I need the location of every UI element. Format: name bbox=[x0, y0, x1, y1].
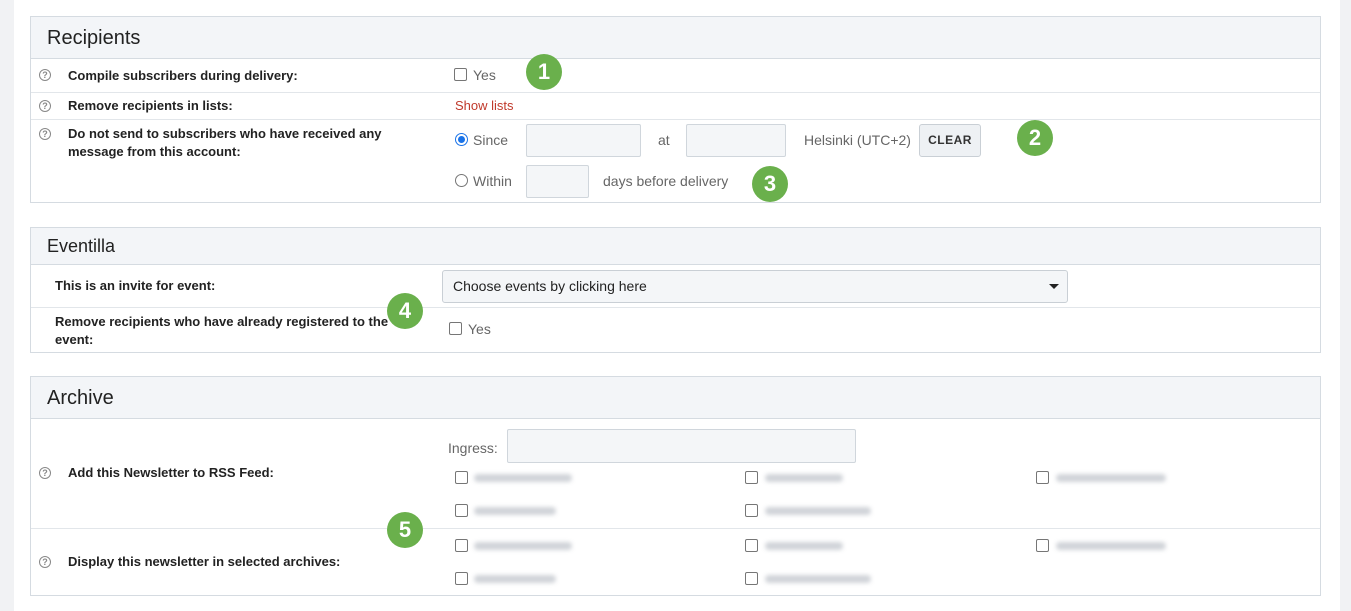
help-icon[interactable]: ? bbox=[39, 69, 51, 81]
annotation-badge-4: 4 bbox=[387, 293, 423, 329]
display-archive-name-blurred bbox=[474, 575, 556, 583]
remove-lists-label: Remove recipients in lists: bbox=[68, 98, 233, 113]
remove-registered-row: Remove recipients who have already regis… bbox=[31, 308, 1320, 353]
within-radio[interactable] bbox=[455, 174, 468, 187]
event-select[interactable]: Choose events by clicking here bbox=[442, 270, 1068, 303]
rss-archive-name-blurred bbox=[474, 474, 572, 482]
archive-panel: Archive ? Add this Newsletter to RSS Fee… bbox=[30, 376, 1321, 596]
rss-archive-checkbox[interactable] bbox=[745, 504, 758, 517]
ingress-label: Ingress: bbox=[448, 440, 498, 456]
help-icon[interactable]: ? bbox=[39, 128, 51, 140]
eventilla-title: Eventilla bbox=[31, 228, 1320, 265]
rss-label: Add this Newsletter to RSS Feed: bbox=[68, 465, 274, 480]
archive-title: Archive bbox=[31, 377, 1320, 419]
recipients-panel: Recipients ? Compile subscribers during … bbox=[30, 16, 1321, 203]
within-label: Within bbox=[473, 173, 512, 189]
compile-checkbox[interactable] bbox=[454, 68, 467, 81]
clear-button[interactable]: CLEAR bbox=[919, 124, 981, 157]
show-lists-link[interactable]: Show lists bbox=[455, 97, 514, 115]
display-archive-checkbox[interactable] bbox=[1036, 539, 1049, 552]
rss-archive-name-blurred bbox=[765, 474, 843, 482]
annotation-badge-1: 1 bbox=[526, 54, 562, 90]
do-not-send-row: ? Do not send to subscribers who have re… bbox=[31, 120, 1320, 202]
display-label: Display this newsletter in selected arch… bbox=[68, 554, 341, 569]
help-icon[interactable]: ? bbox=[39, 467, 51, 479]
do-not-send-label-line2: message from this account: bbox=[68, 144, 241, 159]
annotation-badge-2: 2 bbox=[1017, 120, 1053, 156]
remove-lists-row: ? Remove recipients in lists: Show lists bbox=[31, 93, 1320, 120]
remove-registered-checkbox[interactable] bbox=[449, 322, 462, 335]
remove-registered-label-line2: event: bbox=[55, 332, 94, 347]
help-icon[interactable]: ? bbox=[39, 100, 51, 112]
rss-archive-checkbox[interactable] bbox=[455, 504, 468, 517]
display-archive-checkbox[interactable] bbox=[455, 539, 468, 552]
chevron-down-icon bbox=[1049, 284, 1059, 289]
display-archive-checkbox[interactable] bbox=[745, 572, 758, 585]
display-archive-name-blurred bbox=[474, 542, 572, 550]
ingress-input[interactable] bbox=[507, 429, 856, 463]
event-select-value: Choose events by clicking here bbox=[453, 278, 647, 294]
rss-archive-name-blurred bbox=[1056, 474, 1166, 482]
invite-row: This is an invite for event: Choose even… bbox=[31, 265, 1320, 308]
display-row: ? Display this newsletter in selected ar… bbox=[31, 529, 1320, 595]
rss-archive-checkbox[interactable] bbox=[1036, 471, 1049, 484]
display-archive-name-blurred bbox=[765, 542, 843, 550]
annotation-badge-5: 5 bbox=[387, 512, 423, 548]
invite-label: This is an invite for event: bbox=[55, 278, 216, 293]
since-radio[interactable] bbox=[455, 133, 468, 146]
page: Recipients ? Compile subscribers during … bbox=[14, 0, 1340, 611]
since-time-input[interactable] bbox=[686, 124, 786, 157]
since-label: Since bbox=[473, 132, 509, 148]
display-archive-name-blurred bbox=[1056, 542, 1166, 550]
annotation-badge-3: 3 bbox=[752, 166, 788, 202]
compile-label: Compile subscribers during delivery: bbox=[68, 68, 298, 83]
rss-archive-name-blurred bbox=[765, 507, 871, 515]
do-not-send-label-line1: Do not send to subscribers who have rece… bbox=[68, 126, 382, 141]
eventilla-panel: Eventilla This is an invite for event: C… bbox=[30, 227, 1321, 353]
compile-yes-label: Yes bbox=[473, 67, 496, 83]
display-archive-checkbox[interactable] bbox=[745, 539, 758, 552]
remove-registered-label-line1: Remove recipients who have already regis… bbox=[55, 314, 389, 329]
recipients-title: Recipients bbox=[31, 17, 1320, 59]
rss-archive-checkbox[interactable] bbox=[455, 471, 468, 484]
display-archive-name-blurred bbox=[765, 575, 871, 583]
compile-row: ? Compile subscribers during delivery: Y… bbox=[31, 59, 1320, 93]
since-date-input[interactable] bbox=[526, 124, 641, 157]
help-icon[interactable]: ? bbox=[39, 556, 51, 568]
rss-archive-checkbox[interactable] bbox=[745, 471, 758, 484]
timezone-label: Helsinki (UTC+2) bbox=[804, 132, 911, 148]
at-label: at bbox=[658, 132, 670, 148]
rss-row: ? Add this Newsletter to RSS Feed: Ingre… bbox=[31, 419, 1320, 529]
rss-archive-name-blurred bbox=[474, 507, 556, 515]
display-archive-checkbox[interactable] bbox=[455, 572, 468, 585]
days-before-label: days before delivery bbox=[603, 173, 729, 189]
remove-registered-yes-label: Yes bbox=[468, 321, 491, 337]
within-days-input[interactable] bbox=[526, 165, 589, 198]
